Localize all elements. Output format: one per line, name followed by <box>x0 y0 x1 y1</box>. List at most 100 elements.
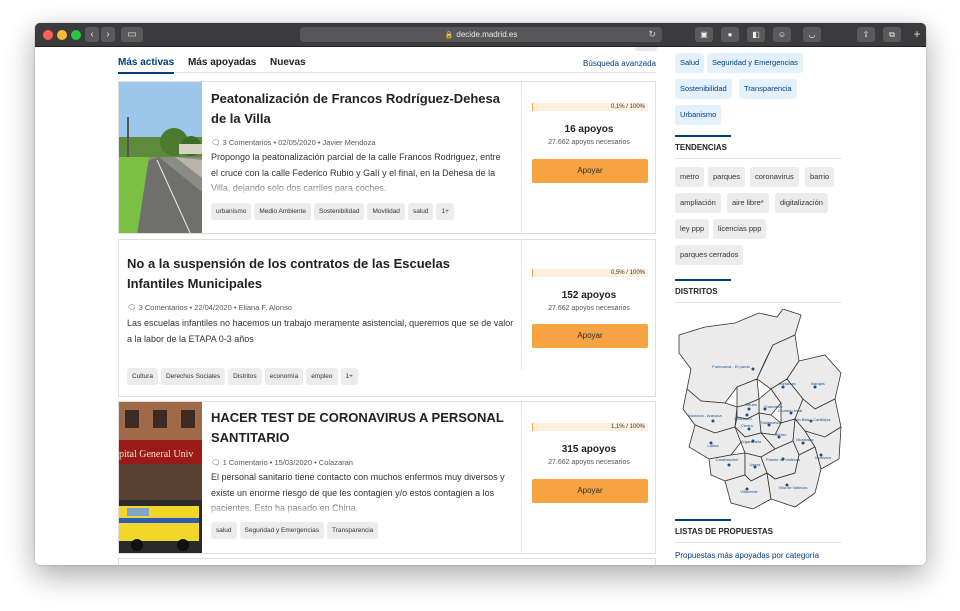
extension-icon[interactable]: ▣ <box>695 27 713 42</box>
district-label: Arganzuela <box>741 439 762 444</box>
proposal-card: No a la suspensión de los contratos de l… <box>118 239 656 397</box>
districts-map[interactable]: Fuencarral - El pardo Moncloa - Aravaca … <box>675 309 842 519</box>
category-tag[interactable]: Salud <box>675 53 705 73</box>
proposal-card: Peatonalización de Francos Rodríguez-Deh… <box>118 81 656 234</box>
tag[interactable]: Transparencia <box>326 522 379 539</box>
tag[interactable]: salud <box>407 203 434 220</box>
zoom-window-button[interactable] <box>71 30 81 40</box>
proposal-description: Las escuelas infantiles no hacemos un tr… <box>127 318 514 344</box>
url-text: decide.madrid.es <box>456 30 518 39</box>
proposal-filter-tabs: Más activas Más apoyadas Nuevas Búsqueda… <box>118 53 656 74</box>
category-tag[interactable]: Seguridad y Emergencias <box>707 53 803 73</box>
trend-tag[interactable]: barrio <box>805 167 835 187</box>
browser-window: ‹ › ▭ 🔒 decide.madrid.es ↻ ▣ ● ◧ ☺ ◡ ⇧ ⧉ … <box>35 23 926 565</box>
tag[interactable]: empleo <box>306 368 338 385</box>
district-label: Fuencarral - El pardo <box>712 364 750 369</box>
sidebar-toggle-icon[interactable]: ▭ <box>121 27 143 42</box>
reload-icon[interactable]: ↻ <box>648 27 656 42</box>
support-progress-bar: 0,1% / 100% <box>532 103 648 111</box>
tag[interactable]: Movilidad <box>367 203 405 220</box>
most-supported-by-category-link[interactable]: Propuestas más apoyadas por categoría <box>675 551 819 560</box>
trend-tag[interactable]: licencias ppp <box>713 219 767 239</box>
trend-tag[interactable]: aire libre* <box>727 193 769 213</box>
extension-icon[interactable]: ◧ <box>747 27 765 42</box>
address-bar[interactable]: 🔒 decide.madrid.es ↻ <box>300 27 662 42</box>
proposal-tags: salud Seguridad y Emergencias Transparen… <box>211 522 379 539</box>
scroll-indicator[interactable] <box>635 47 657 51</box>
support-progress-label: 0,5% / 100% <box>610 270 645 276</box>
proposal-title[interactable]: No a la suspensión de los contratos de l… <box>127 254 507 294</box>
trend-tag[interactable]: digitalización <box>775 193 828 213</box>
support-button[interactable]: Apoyar <box>532 159 648 183</box>
trends-heading: TENDENCIAS <box>675 135 842 159</box>
proposal-title[interactable]: HACER TEST DE CORONAVIRUS A PERSONAL SAN… <box>211 408 516 448</box>
new-tab-icon[interactable]: + <box>908 27 926 42</box>
supports-needed: 27.662 apoyos necesarios <box>548 459 630 466</box>
comments-count[interactable]: 3 Comentarios <box>139 303 188 312</box>
close-window-button[interactable] <box>43 30 53 40</box>
category-tag[interactable]: Sostenibilidad <box>675 79 732 99</box>
comments-count[interactable]: 1 Comentario <box>223 458 268 467</box>
tab-most-supported[interactable]: Más apoyadas <box>188 57 256 68</box>
proposal-title[interactable]: Peatonalización de Francos Rodríguez-Deh… <box>211 89 516 129</box>
tag[interactable]: salud <box>211 522 237 539</box>
category-tag[interactable]: Urbanismo <box>675 105 722 125</box>
trend-tag[interactable]: parques cerrados <box>675 245 744 265</box>
tag[interactable]: economía <box>264 368 304 385</box>
comments-count[interactable]: 3 Comentarios <box>223 138 272 147</box>
district-label: Retiro <box>776 432 787 437</box>
more-tags[interactable]: 1+ <box>436 203 454 220</box>
forward-arrow-icon[interactable]: › <box>101 27 115 42</box>
district-label: Vicálvaro <box>815 455 832 460</box>
category-tag[interactable]: Transparencia <box>739 79 797 99</box>
trend-tag[interactable]: metro <box>675 167 705 187</box>
support-button[interactable]: Apoyar <box>532 324 648 348</box>
browser-toolbar: ‹ › ▭ 🔒 decide.madrid.es ↻ ▣ ● ◧ ☺ ◡ ⇧ ⧉ … <box>35 23 926 47</box>
support-button[interactable]: Apoyar <box>532 479 648 503</box>
trend-tag[interactable]: ley ppp <box>675 219 710 239</box>
proposal-meta: 🗨 3 Comentarios • 22/04/2020 • Eliana F.… <box>127 303 292 312</box>
district-label: Puente de Vallecas <box>766 457 800 462</box>
tab-new[interactable]: Nuevas <box>270 57 306 68</box>
proposal-tags: Cultura Derechos Sociales Distritos econ… <box>127 368 358 385</box>
tag[interactable]: Distritos <box>228 368 262 385</box>
tag[interactable]: Medio Ambiente <box>254 203 311 220</box>
district-label: Latina <box>708 443 720 448</box>
pocket-icon[interactable]: ◡ <box>803 27 821 42</box>
proposal-date: 02/05/2020 <box>278 138 316 147</box>
trend-tag[interactable]: ampliación <box>675 193 721 213</box>
trend-tag[interactable]: coronavirus <box>750 167 799 187</box>
district-label: Villaverde <box>740 489 758 494</box>
share-icon[interactable]: ⇧ <box>857 27 875 42</box>
tag[interactable]: Seguridad y Emergencias <box>239 522 324 539</box>
district-label: Carabanchel <box>716 457 739 462</box>
advanced-search-link[interactable]: Búsqueda avanzada <box>583 59 656 68</box>
tag[interactable]: Derechos Sociales <box>160 368 226 385</box>
tabs-overview-icon[interactable]: ⧉ <box>883 27 901 42</box>
tag[interactable]: urbanismo <box>211 203 252 220</box>
back-arrow-icon[interactable]: ‹ <box>85 27 99 42</box>
tag[interactable]: Sostenibilidad <box>313 203 365 220</box>
support-progress-bar: 0,5% / 100% <box>532 269 648 277</box>
district-label: Hortaleza <box>778 381 796 386</box>
tab-most-active[interactable]: Más activas <box>118 57 175 74</box>
proposal-card <box>118 558 656 565</box>
minimize-window-button[interactable] <box>57 30 67 40</box>
more-tags[interactable]: 1+ <box>340 368 358 385</box>
supports-count: 16 apoyos <box>564 124 614 135</box>
comment-icon: 🗨 <box>127 303 137 312</box>
page-content: Más activas Más apoyadas Nuevas Búsqueda… <box>35 47 926 565</box>
support-progress-fill <box>532 423 534 431</box>
extension-icon[interactable]: ☺ <box>773 27 791 42</box>
district-label: Barajas <box>811 381 825 386</box>
extension-icon[interactable]: ● <box>721 27 739 42</box>
comment-icon: 🗨 <box>211 138 221 147</box>
trend-tag[interactable]: parques <box>708 167 746 187</box>
district-label: Tetuán <box>745 402 757 407</box>
proposal-description: El personal sanitario tiene contacto con… <box>211 470 509 516</box>
image-sign-text: pital General Univ <box>119 449 193 460</box>
support-panel: 1,1% / 100% 315 apoyos 27.662 apoyos nec… <box>521 402 655 553</box>
tag[interactable]: Cultura <box>127 368 158 385</box>
lock-icon: 🔒 <box>444 32 454 39</box>
support-progress-bar: 1,1% / 100% <box>532 423 648 431</box>
